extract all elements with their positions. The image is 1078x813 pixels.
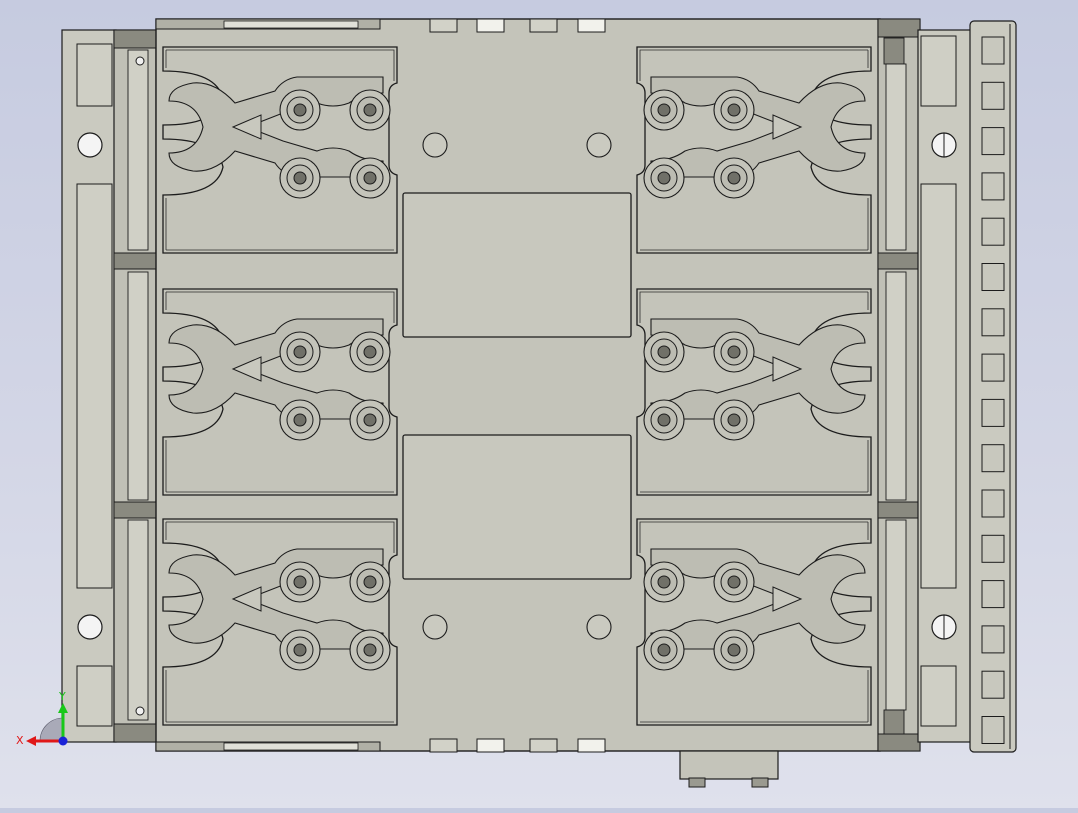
right-end-rail[interactable] xyxy=(877,18,1017,753)
bottom-tab xyxy=(529,738,558,753)
bottom-tab xyxy=(429,738,458,753)
mount-hole xyxy=(422,132,448,158)
bottom-tab xyxy=(577,738,606,753)
rail-tooth xyxy=(981,534,1005,563)
top-tab xyxy=(577,18,606,33)
model-canvas[interactable]: Y X xyxy=(0,0,1078,808)
rail-tooth xyxy=(981,670,1005,699)
top-tab xyxy=(476,18,505,33)
triad-quarter-disc xyxy=(39,717,64,742)
mount-hole xyxy=(586,614,612,640)
rail-tooth xyxy=(981,263,1005,291)
xyz-triad-icon: Y X xyxy=(16,690,68,747)
rail-tooth xyxy=(981,398,1005,427)
mount-hole xyxy=(586,132,612,158)
bottom-tab xyxy=(476,738,505,753)
rail-tooth xyxy=(981,716,1005,744)
mount-hole xyxy=(422,614,448,640)
z-axis-dot xyxy=(58,736,68,746)
rail-tooth xyxy=(981,36,1005,65)
rail-tooth xyxy=(981,81,1005,110)
rail-tooth xyxy=(981,217,1005,246)
triad-y-label: Y xyxy=(58,690,66,703)
mounting-pad xyxy=(402,434,632,580)
triad-x-label: X xyxy=(16,734,24,747)
rail-tooth xyxy=(981,353,1005,382)
rail-tooth xyxy=(981,489,1005,518)
rail-tooth xyxy=(981,625,1005,654)
rail-tooth xyxy=(981,172,1005,201)
bottom-fitting[interactable] xyxy=(679,750,779,788)
rail-tooth xyxy=(981,580,1005,609)
rail-tooth xyxy=(981,444,1005,473)
top-tab xyxy=(529,18,558,33)
mounting-pad xyxy=(402,192,632,338)
rail-tooth xyxy=(981,127,1005,156)
cad-viewport[interactable]: Y X xyxy=(0,0,1078,808)
top-tab xyxy=(429,18,458,33)
left-end-rail[interactable] xyxy=(61,29,157,743)
rail-tooth xyxy=(981,308,1005,337)
